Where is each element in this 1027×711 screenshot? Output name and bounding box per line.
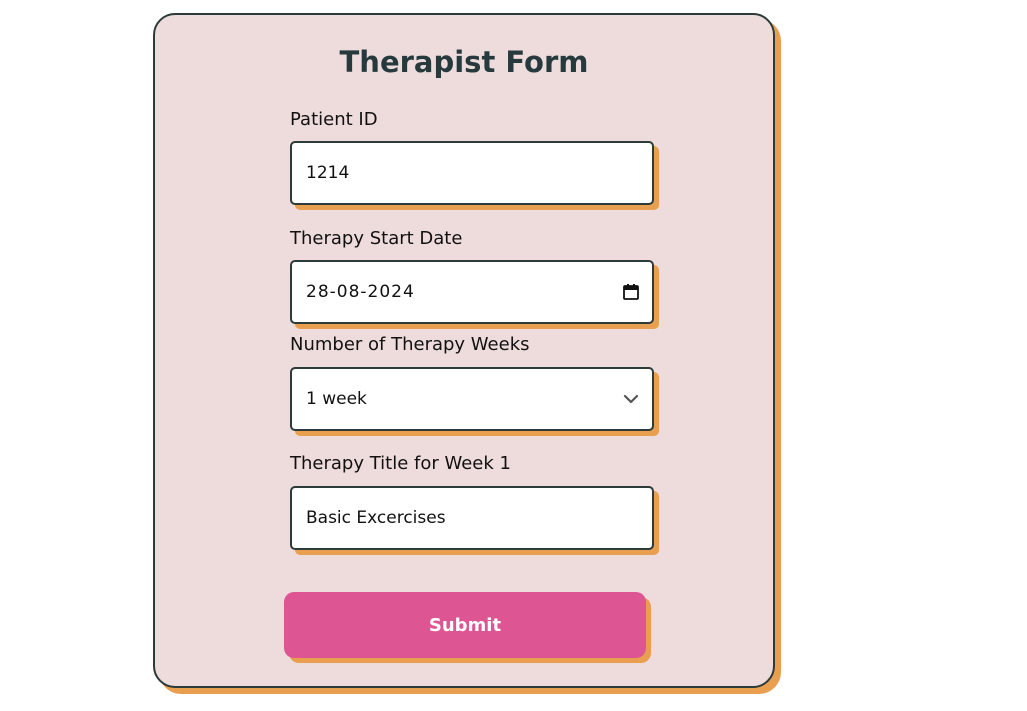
weeks-select[interactable]: 1 week bbox=[290, 367, 654, 431]
week-title-input[interactable]: Basic Excercises bbox=[290, 486, 654, 550]
start-date-value: 28-08-2024 bbox=[306, 282, 415, 302]
chevron-down-icon bbox=[622, 390, 640, 408]
patient-id-value: 1214 bbox=[306, 163, 350, 183]
week-title-label: Therapy Title for Week 1 bbox=[290, 453, 511, 474]
therapist-form-card: Therapist Form Patient ID 1214 Therapy S… bbox=[153, 13, 775, 688]
calendar-icon[interactable] bbox=[622, 283, 640, 301]
week-title-value: Basic Excercises bbox=[306, 508, 446, 528]
submit-button[interactable]: Submit bbox=[284, 592, 646, 658]
weeks-label: Number of Therapy Weeks bbox=[290, 334, 530, 355]
patient-id-input[interactable]: 1214 bbox=[290, 141, 654, 205]
weeks-selected-value: 1 week bbox=[306, 389, 367, 409]
start-date-input[interactable]: 28-08-2024 bbox=[290, 260, 654, 324]
patient-id-label: Patient ID bbox=[290, 109, 378, 130]
form-title: Therapist Form bbox=[339, 45, 589, 79]
start-date-label: Therapy Start Date bbox=[290, 228, 463, 249]
